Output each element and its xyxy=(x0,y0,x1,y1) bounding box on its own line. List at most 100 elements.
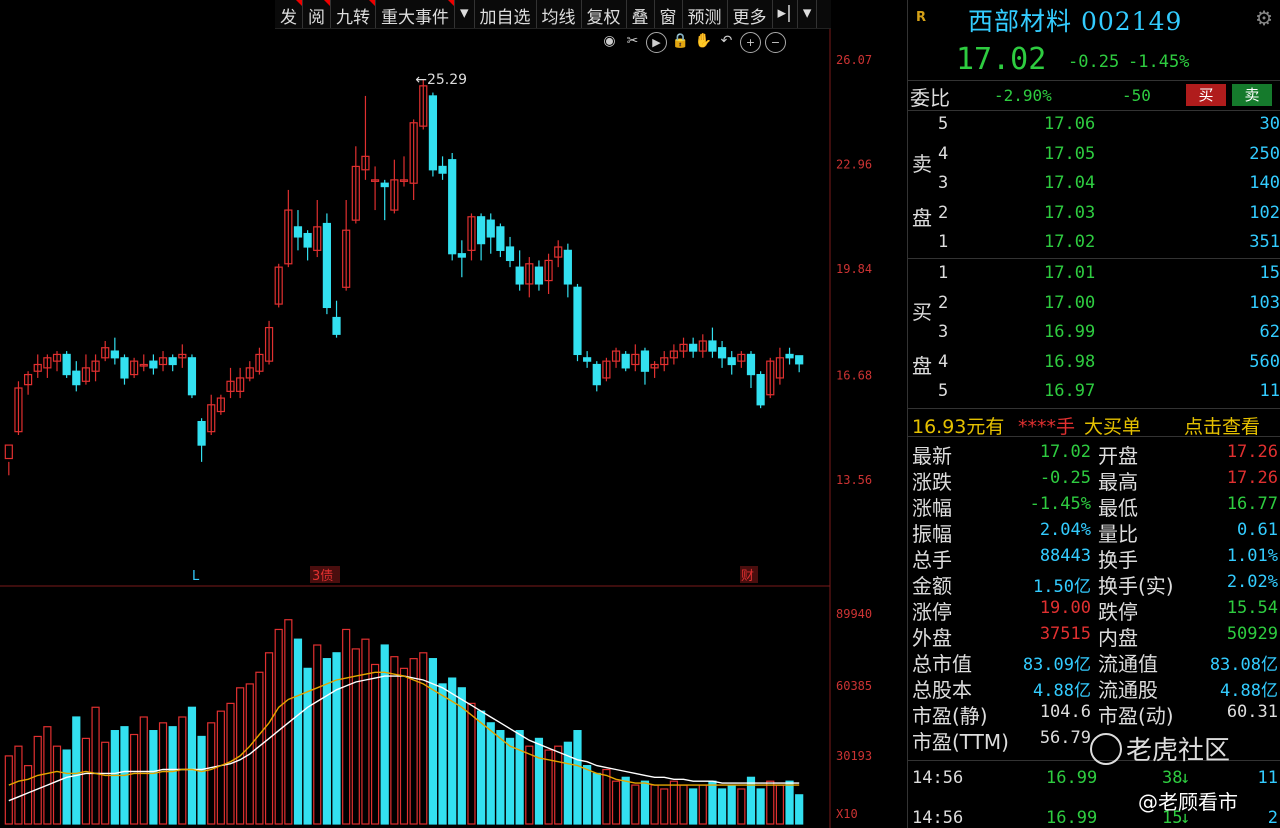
stat-value: 17.26 xyxy=(1226,442,1278,462)
buy-button[interactable]: 买 xyxy=(1186,84,1226,106)
marker-finance: 财 xyxy=(741,569,754,584)
asks-price[interactable]: 17.04 xyxy=(1044,173,1095,193)
volume-bar xyxy=(149,730,158,825)
stat-value: 17.26 xyxy=(1226,468,1278,488)
gear-icon[interactable]: ⚙ xyxy=(1255,6,1273,30)
stat-value: 60.31 xyxy=(1226,702,1278,722)
toolbar-item-6[interactable]: 均线 xyxy=(537,0,582,28)
zoom-in-icon[interactable]: + xyxy=(740,32,761,53)
toolbar-item-8[interactable]: 叠 xyxy=(627,0,655,28)
volume-bar xyxy=(101,741,110,825)
volume-bar xyxy=(669,780,678,825)
price-tick-4: 13.56 xyxy=(836,473,872,487)
volume-bar xyxy=(62,749,71,825)
candle-body xyxy=(717,347,727,359)
bids-price[interactable]: 17.00 xyxy=(1044,293,1095,313)
candle-body xyxy=(515,266,524,285)
candle-body xyxy=(727,357,736,366)
stat-value: 2.04% xyxy=(1039,520,1091,540)
stat-value: -0.25 xyxy=(1039,468,1091,488)
toolbar-item-12[interactable]: ▸| xyxy=(773,0,798,28)
asks-price[interactable]: 17.06 xyxy=(1044,114,1095,134)
candle-body xyxy=(322,222,331,309)
bigorder-link[interactable]: 点击查看 xyxy=(1184,412,1260,439)
stat-value: 104.6 xyxy=(1039,702,1091,722)
quote-panel: R 西部材料 002149 ⚙ 17.02 -0.25 -1.45% 委比 -2… xyxy=(907,0,1280,828)
bids-price[interactable]: 17.01 xyxy=(1044,263,1095,283)
candle-body xyxy=(795,355,804,365)
toolbar-item-2[interactable]: 九转 xyxy=(331,0,376,28)
candle-body xyxy=(563,249,572,285)
volume-bar xyxy=(785,780,794,825)
toolbar-item-0[interactable]: 发 xyxy=(275,0,303,28)
asks-lvl: 4 xyxy=(938,143,949,164)
stat-label: 涨幅 xyxy=(912,496,952,520)
stock-name[interactable]: 西部材料 xyxy=(968,7,1072,36)
volume-bar xyxy=(313,644,322,825)
lock-icon[interactable]: 🔒 xyxy=(671,32,690,51)
hand-icon[interactable]: ✋ xyxy=(694,32,713,51)
stat-value: 4.88亿 xyxy=(1033,681,1091,701)
tick-time: 14:56 xyxy=(912,768,964,788)
stat-label: 总股本 xyxy=(912,678,972,702)
asks-price[interactable]: 17.02 xyxy=(1044,232,1095,252)
bids-price[interactable]: 16.98 xyxy=(1044,352,1095,372)
volume-bar xyxy=(689,788,698,825)
asks-vol: 351 xyxy=(1249,232,1280,252)
volume-bar xyxy=(534,737,544,825)
stat-value: 0.61 xyxy=(1237,520,1278,540)
bids-vol: 62 xyxy=(1259,322,1280,342)
toolbar-item-10[interactable]: 预测 xyxy=(683,0,728,28)
kline-chart[interactable]: 26.07 22.96 19.84 16.68 13.56 89940 60385 30193… xyxy=(0,0,906,828)
candle-body xyxy=(756,373,765,406)
asks-price[interactable]: 17.03 xyxy=(1044,203,1095,223)
sell-button[interactable]: 卖 xyxy=(1232,84,1272,106)
marker-bond: 3债 xyxy=(312,569,333,584)
toolbar-item-7[interactable]: 复权 xyxy=(582,0,627,28)
candle-body xyxy=(583,357,592,362)
candle-body xyxy=(110,350,119,359)
bids-price[interactable]: 16.99 xyxy=(1044,322,1095,342)
stat-label: 开盘 xyxy=(1098,444,1138,468)
asks-lvl: 5 xyxy=(938,114,949,134)
tick-time: 14:56 xyxy=(912,808,964,828)
toolbar-item-5[interactable]: 加自选 xyxy=(475,0,537,28)
play-icon[interactable]: ▶ xyxy=(646,32,667,53)
candle-body xyxy=(168,357,177,366)
volume-bar xyxy=(370,663,380,825)
volume-tick-2: 30193 xyxy=(836,749,872,763)
bids-price[interactable]: 16.97 xyxy=(1044,381,1095,401)
scissors-icon[interactable]: ✂ xyxy=(623,32,642,51)
stat-label: 内盘 xyxy=(1098,626,1138,650)
stat-value: 15.54 xyxy=(1226,598,1278,618)
tick-price: 16.99 xyxy=(1046,768,1098,788)
ask-side-label-2: 盘 xyxy=(912,206,932,230)
stat-value: 1.01% xyxy=(1226,546,1278,566)
volume-bar xyxy=(81,737,91,825)
candle-body xyxy=(689,343,698,352)
bigorder-price: 16.93元有 xyxy=(912,416,1005,438)
toolbar-item-1[interactable]: 阅 xyxy=(303,0,331,28)
stat-value: 4.88亿 xyxy=(1220,681,1278,701)
toolbar-item-13[interactable]: ▾ xyxy=(798,0,818,28)
stat-value: 17.02 xyxy=(1039,442,1091,462)
volume-bar xyxy=(583,765,592,825)
candle-body xyxy=(573,286,582,356)
volume-bar xyxy=(795,794,804,825)
volume-bar xyxy=(52,745,62,825)
zoom-out-icon[interactable]: − xyxy=(765,32,786,53)
undo-icon[interactable]: ↶ xyxy=(717,32,736,51)
volume-bar xyxy=(592,772,601,825)
toolbar-item-9[interactable]: 窗 xyxy=(655,0,683,28)
toolbar-item-4[interactable]: ▾ xyxy=(455,0,475,28)
bids-lvl: 5 xyxy=(938,381,949,401)
watermark-text: 老虎社区 xyxy=(1126,736,1231,766)
volume-tick-1: 60385 xyxy=(836,679,872,693)
candle-body xyxy=(621,353,630,369)
asks-price[interactable]: 17.05 xyxy=(1044,144,1095,164)
toolbar-item-3[interactable]: 重大事件 xyxy=(376,0,455,28)
stock-code[interactable]: 002149 xyxy=(1081,7,1182,36)
volume-bar xyxy=(486,722,495,825)
toolbar-item-11[interactable]: 更多 xyxy=(728,0,773,28)
eye-icon[interactable]: ◉ xyxy=(600,32,619,51)
